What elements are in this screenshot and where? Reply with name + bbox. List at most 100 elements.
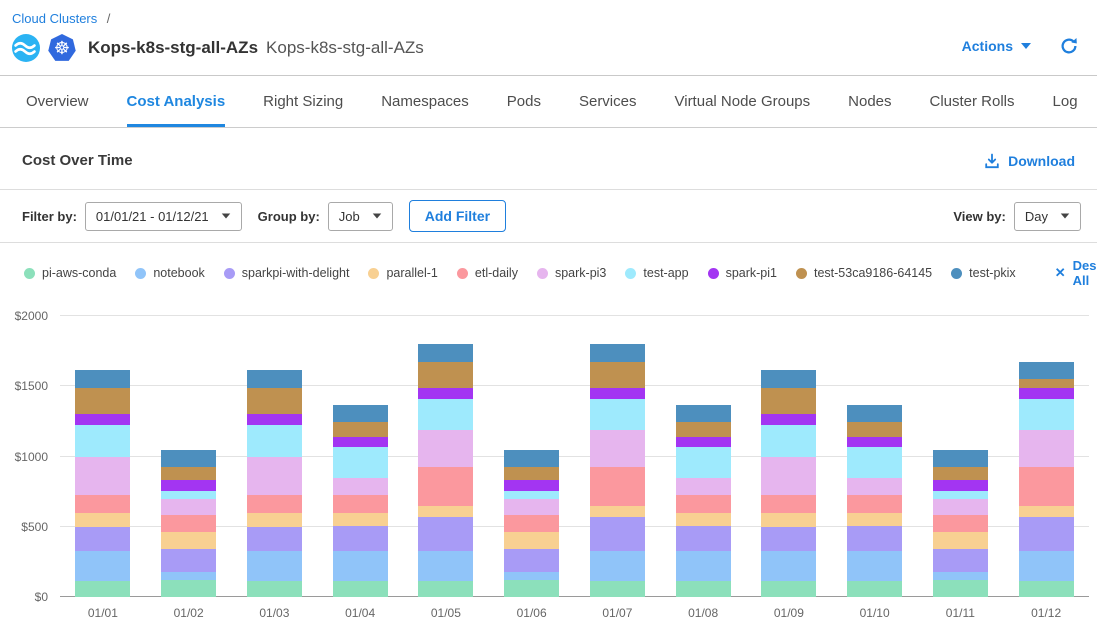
tab-cost-analysis[interactable]: Cost Analysis [127,93,226,127]
legend-item-etl-daily[interactable]: etl-daily [457,266,518,280]
bar-segment-sparkpi-with-delight[interactable] [333,526,388,551]
bar-01/02[interactable] [161,316,216,597]
bar-01/01[interactable] [75,316,130,597]
bar-01/12[interactable] [1019,316,1074,597]
bar-segment-spark-pi3[interactable] [418,430,473,467]
bar-segment-etl-daily[interactable] [847,495,902,513]
bar-segment-test-pkix[interactable] [418,344,473,362]
bar-segment-test-pkix[interactable] [504,450,559,468]
bar-segment-notebook[interactable] [676,551,731,581]
bar-segment-test-pkix[interactable] [75,370,130,388]
bar-segment-pi-aws-conda[interactable] [504,580,559,597]
bar-01/03[interactable] [247,316,302,597]
bar-segment-sparkpi-with-delight[interactable] [933,549,988,573]
bar-segment-parallel-1[interactable] [847,513,902,526]
bar-01/07[interactable] [590,316,645,597]
bar-segment-parallel-1[interactable] [161,532,216,548]
bar-segment-notebook[interactable] [761,551,816,581]
tab-cluster-rolls[interactable]: Cluster Rolls [930,93,1015,127]
legend-item-test-pkix[interactable]: test-pkix [951,266,1016,280]
bar-segment-test-pkix[interactable] [761,370,816,388]
legend-item-pi-aws-conda[interactable]: pi-aws-conda [24,266,116,280]
bar-segment-parallel-1[interactable] [676,513,731,526]
tab-pods[interactable]: Pods [507,93,541,127]
bar-segment-spark-pi3[interactable] [676,478,731,496]
bar-segment-spark-pi3[interactable] [504,499,559,515]
bar-segment-notebook[interactable] [333,551,388,581]
bar-segment-notebook[interactable] [847,551,902,581]
bar-segment-test-app[interactable] [75,425,130,457]
bar-segment-test-app[interactable] [161,491,216,499]
bar-segment-etl-daily[interactable] [933,515,988,533]
bar-segment-spark-pi1[interactable] [761,414,816,425]
bar-segment-test-pkix[interactable] [333,405,388,422]
bar-segment-test-app[interactable] [761,425,816,457]
refresh-icon[interactable] [1059,36,1079,56]
bar-segment-notebook[interactable] [590,551,645,581]
breadcrumb-cloud-clusters[interactable]: Cloud Clusters [12,11,97,26]
bar-segment-sparkpi-with-delight[interactable] [247,527,302,552]
bar-segment-test-53ca9186-64145[interactable] [1019,379,1074,387]
bar-01/05[interactable] [418,316,473,597]
bar-segment-test-53ca9186-64145[interactable] [247,388,302,415]
bar-segment-notebook[interactable] [1019,551,1074,581]
bar-segment-sparkpi-with-delight[interactable] [161,549,216,573]
legend-item-test-app[interactable]: test-app [625,266,688,280]
bar-segment-notebook[interactable] [75,551,130,581]
legend-item-parallel-1[interactable]: parallel-1 [368,266,437,280]
bar-segment-test-53ca9186-64145[interactable] [933,467,988,480]
bar-segment-test-53ca9186-64145[interactable] [504,467,559,480]
bar-segment-notebook[interactable] [161,572,216,580]
legend-item-test-53ca9186-64145[interactable]: test-53ca9186-64145 [796,266,932,280]
bar-segment-test-app[interactable] [504,491,559,499]
bar-segment-pi-aws-conda[interactable] [161,580,216,597]
actions-button[interactable]: Actions [962,38,1031,54]
bar-segment-spark-pi3[interactable] [247,457,302,495]
bar-segment-notebook[interactable] [247,551,302,581]
bar-segment-notebook[interactable] [418,551,473,581]
bar-segment-spark-pi3[interactable] [333,478,388,496]
bar-segment-test-app[interactable] [1019,399,1074,431]
bar-segment-parallel-1[interactable] [1019,506,1074,517]
bar-01/10[interactable] [847,316,902,597]
bar-segment-notebook[interactable] [933,572,988,580]
bar-segment-notebook[interactable] [504,572,559,580]
bar-segment-test-pkix[interactable] [847,405,902,422]
bar-segment-test-app[interactable] [676,447,731,478]
bar-segment-spark-pi3[interactable] [761,457,816,495]
bar-segment-etl-daily[interactable] [676,495,731,513]
bar-segment-etl-daily[interactable] [504,515,559,533]
tab-nodes[interactable]: Nodes [848,93,891,127]
bar-segment-spark-pi1[interactable] [247,414,302,425]
bar-segment-pi-aws-conda[interactable] [590,581,645,597]
bar-segment-parallel-1[interactable] [933,532,988,548]
bar-segment-etl-daily[interactable] [1019,467,1074,506]
legend-item-spark-pi3[interactable]: spark-pi3 [537,266,606,280]
bar-segment-test-app[interactable] [247,425,302,457]
bar-segment-sparkpi-with-delight[interactable] [847,526,902,551]
bar-segment-test-53ca9186-64145[interactable] [418,362,473,388]
tab-services[interactable]: Services [579,93,637,127]
bar-segment-parallel-1[interactable] [75,513,130,526]
bar-segment-pi-aws-conda[interactable] [333,581,388,597]
bar-segment-spark-pi1[interactable] [1019,388,1074,399]
bar-segment-spark-pi1[interactable] [504,480,559,491]
group-by-select[interactable]: Job [328,202,393,231]
bar-01/06[interactable] [504,316,559,597]
bar-segment-etl-daily[interactable] [590,467,645,506]
bar-segment-test-pkix[interactable] [247,370,302,388]
bar-segment-pi-aws-conda[interactable] [418,581,473,597]
bar-segment-pi-aws-conda[interactable] [1019,581,1074,597]
legend-item-sparkpi-with-delight[interactable]: sparkpi-with-delight [224,266,350,280]
bar-segment-etl-daily[interactable] [761,495,816,513]
bar-segment-sparkpi-with-delight[interactable] [761,527,816,552]
bar-segment-pi-aws-conda[interactable] [676,581,731,597]
date-range-select[interactable]: 01/01/21 - 01/12/21 [85,202,242,231]
bar-segment-test-app[interactable] [333,447,388,478]
bar-segment-test-53ca9186-64145[interactable] [761,388,816,415]
bar-segment-test-53ca9186-64145[interactable] [847,422,902,437]
bar-segment-spark-pi1[interactable] [676,437,731,447]
tab-virtual-node-groups[interactable]: Virtual Node Groups [675,93,811,127]
bar-segment-spark-pi1[interactable] [418,388,473,399]
bar-segment-spark-pi1[interactable] [161,480,216,491]
